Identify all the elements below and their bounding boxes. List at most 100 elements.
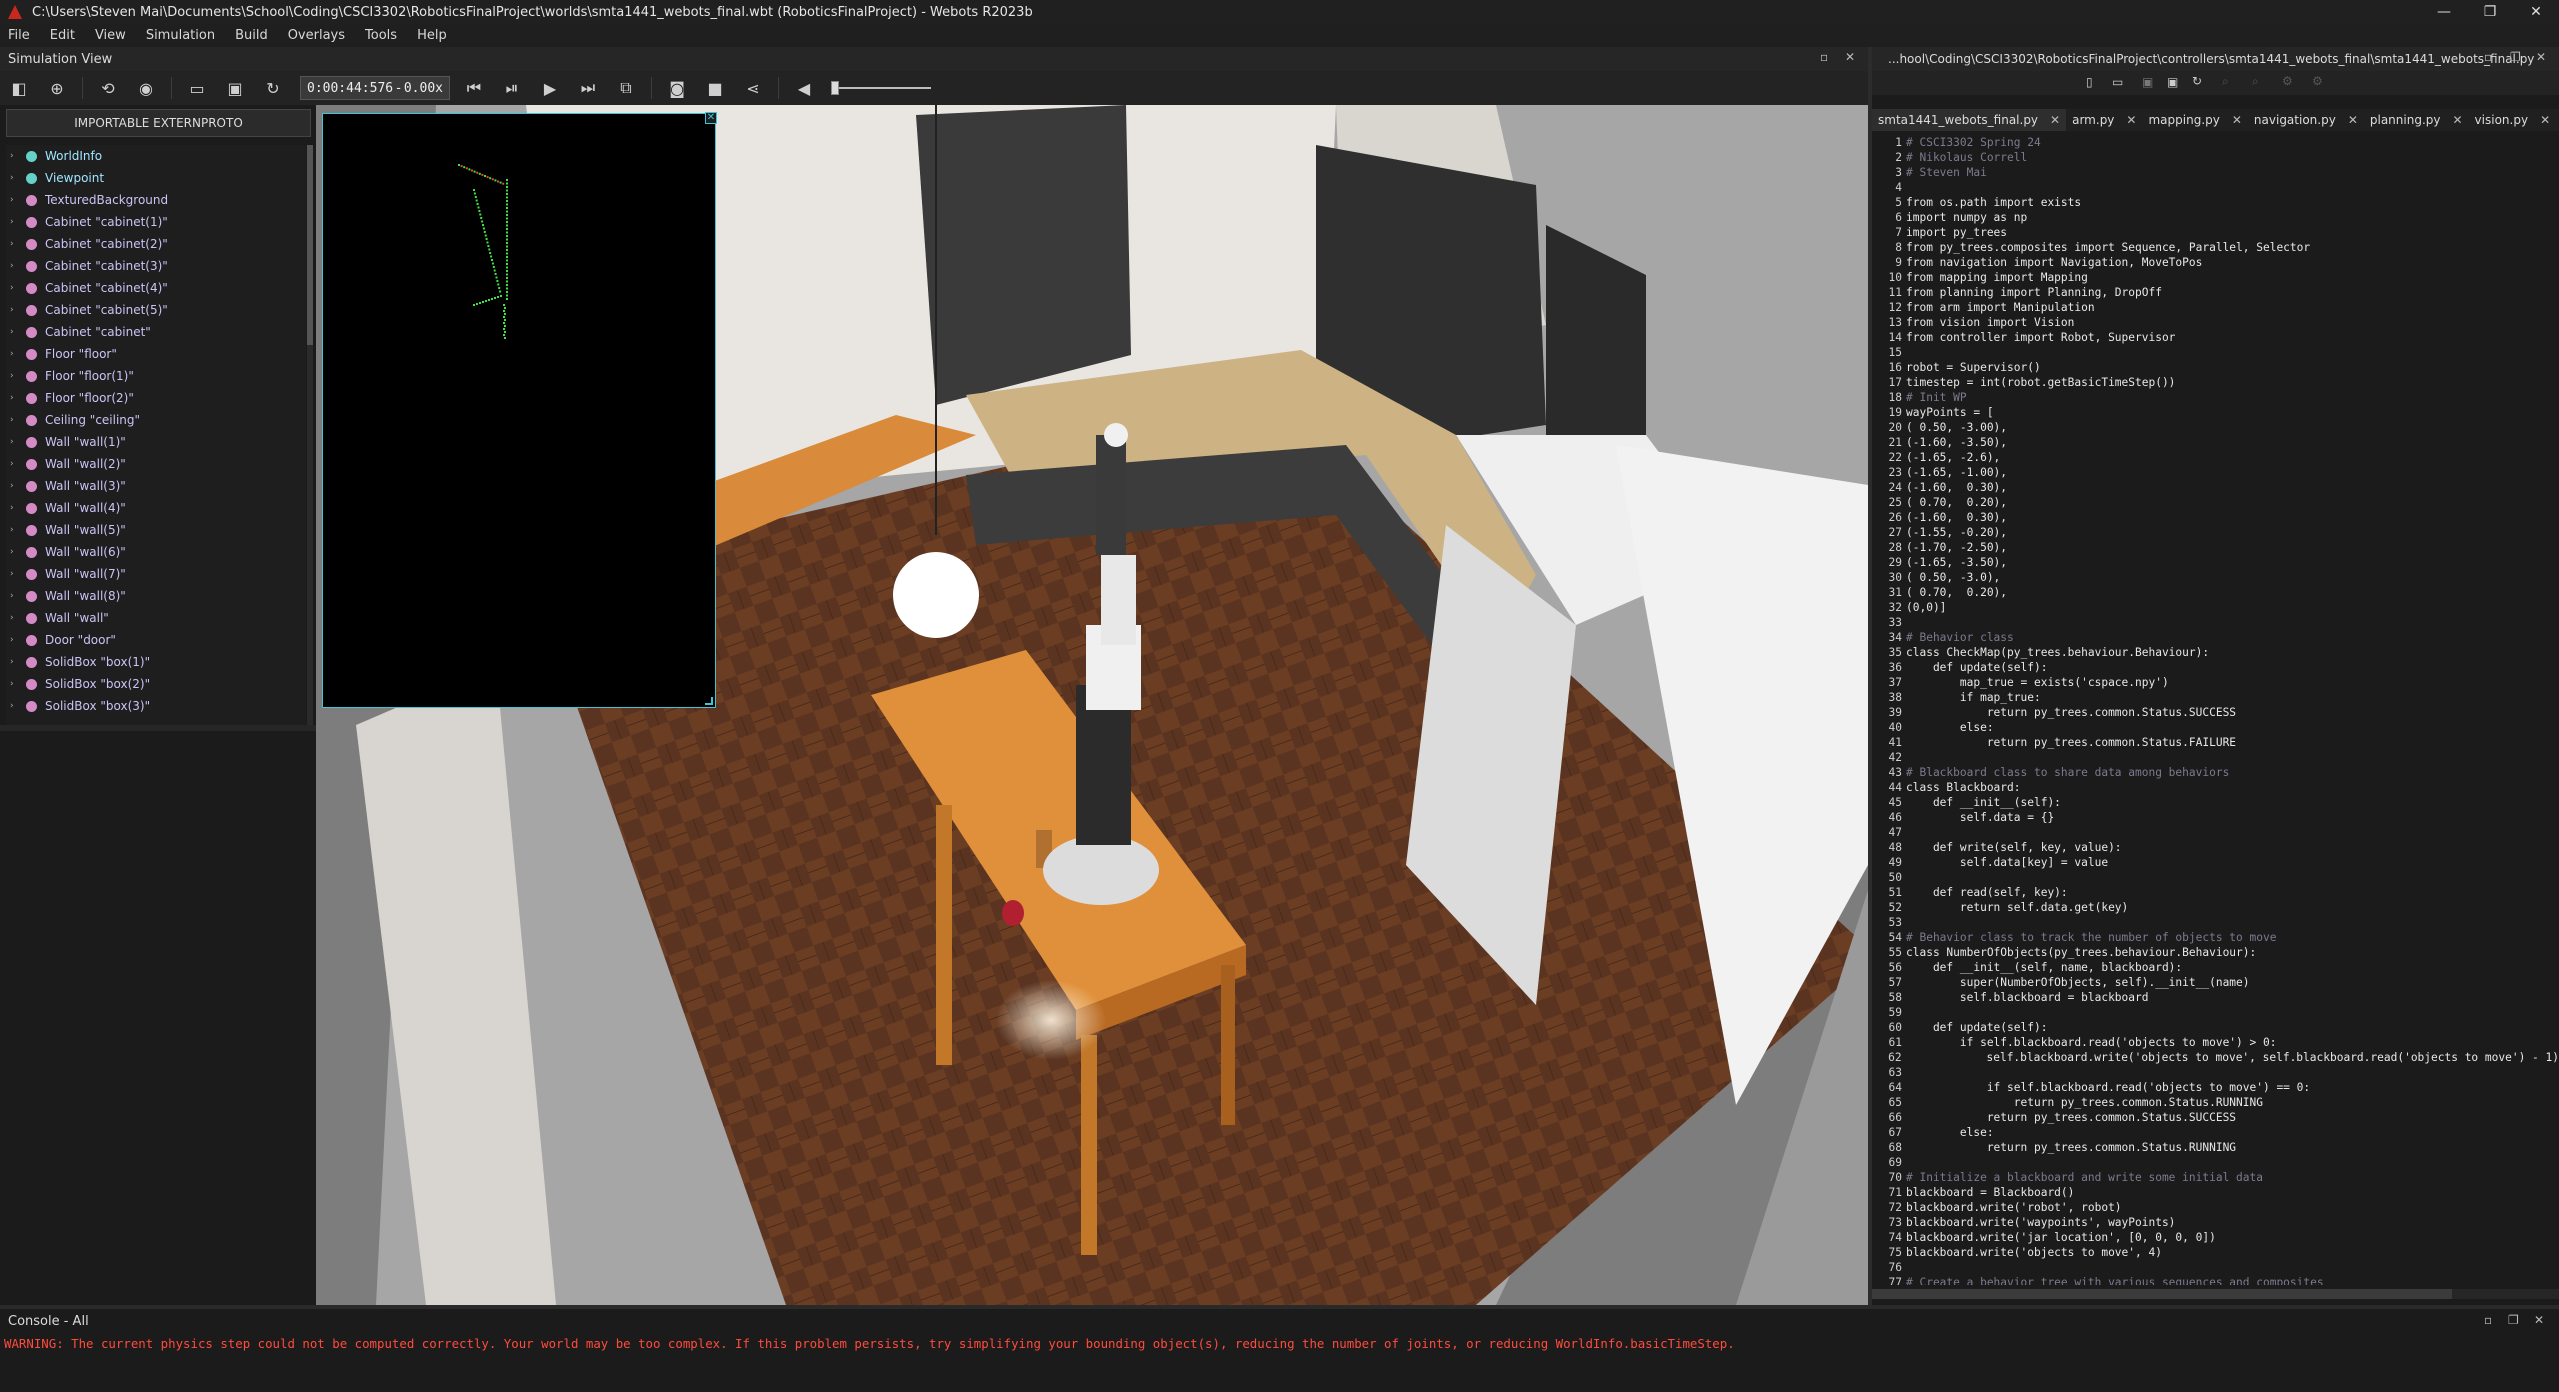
expand-arrow-icon[interactable]: › (10, 613, 20, 623)
scene-tree-item[interactable]: › TexturedBackground (6, 189, 306, 211)
scene-tree-item[interactable]: › Wall "wall(3)" (6, 475, 306, 497)
scene-tree-item[interactable]: › Wall "wall(6)" (6, 541, 306, 563)
expand-arrow-icon[interactable]: › (10, 547, 20, 557)
console-maximize-icon[interactable]: ❐ (2508, 1313, 2519, 1327)
step-back-icon[interactable]: ⏮ (464, 78, 484, 98)
scene-tree-item[interactable]: › Cabinet "cabinet(1)" (6, 211, 306, 233)
scene-tree-item[interactable]: › Cabinet "cabinet(4)" (6, 277, 306, 299)
maximize-button[interactable]: ❐ (2467, 0, 2513, 24)
expand-arrow-icon[interactable]: › (10, 635, 20, 645)
expand-arrow-icon[interactable]: › (10, 657, 20, 667)
toggle-scene-tree-icon[interactable]: ◧ (9, 78, 29, 98)
scene-tree-item[interactable]: › Viewpoint (6, 167, 306, 189)
editor-close-icon[interactable]: ✕ (2536, 50, 2546, 64)
scene-tree-item[interactable]: › Cabinet "cabinet" (6, 321, 306, 343)
expand-arrow-icon[interactable]: › (10, 261, 20, 271)
scene-tree-item[interactable]: › SolidBox "box(2)" (6, 673, 306, 695)
expand-arrow-icon[interactable]: › (10, 503, 20, 513)
replace-icon[interactable]: ⌕ (2252, 74, 2259, 89)
expand-arrow-icon[interactable]: › (10, 415, 20, 425)
menu-build[interactable]: Build (235, 28, 268, 43)
rendering-toggle-icon[interactable]: ⧉ (616, 78, 636, 98)
play-icon[interactable]: ▶ (540, 78, 560, 98)
editor-tab[interactable]: vision.py ✕ (2469, 109, 2557, 131)
expand-arrow-icon[interactable]: › (10, 305, 20, 315)
expand-arrow-icon[interactable]: › (10, 239, 20, 249)
expand-arrow-icon[interactable]: › (10, 459, 20, 469)
expand-arrow-icon[interactable]: › (10, 679, 20, 689)
save-as-icon[interactable]: ▣ (2167, 75, 2178, 89)
close-tab-icon[interactable]: ✕ (2452, 113, 2462, 127)
scene-tree-item[interactable]: › Cabinet "cabinet(5)" (6, 299, 306, 321)
scene-tree-item[interactable]: › Wall "wall(8)" (6, 585, 306, 607)
expand-arrow-icon[interactable]: › (10, 195, 20, 205)
step-icon[interactable]: ⏯ (502, 78, 522, 98)
expand-arrow-icon[interactable]: › (10, 173, 20, 183)
editor-horizontal-scrollbar[interactable] (1872, 1289, 2559, 1299)
map-display-overlay[interactable]: ✕ (322, 112, 717, 708)
resize-handle-icon[interactable] (705, 697, 713, 705)
expand-arrow-icon[interactable]: › (10, 393, 20, 403)
screenshot-camera-icon[interactable]: ◙ (667, 78, 687, 98)
scene-tree-item[interactable]: › Floor "floor(1)" (6, 365, 306, 387)
float-panel-icon[interactable]: ▫ (1820, 50, 1828, 64)
close-window-button[interactable]: ✕ (2513, 0, 2559, 24)
console-close-icon[interactable]: ✕ (2534, 1313, 2544, 1327)
editor-tab[interactable]: planning.py ✕ (2364, 109, 2469, 131)
close-tab-icon[interactable]: ✕ (2540, 113, 2550, 127)
scene-tree-item[interactable]: › Wall "wall(7)" (6, 563, 306, 585)
expand-arrow-icon[interactable]: › (10, 371, 20, 381)
scene-tree-splitter[interactable] (0, 725, 316, 731)
minimize-button[interactable]: — (2421, 0, 2467, 24)
build-icon[interactable]: ⚙ (2282, 74, 2293, 88)
fast-forward-icon[interactable]: ⏭ (578, 78, 598, 98)
menu-view[interactable]: View (95, 28, 126, 43)
menu-help[interactable]: Help (417, 28, 447, 43)
close-tab-icon[interactable]: ✕ (2126, 113, 2136, 127)
scene-tree-item[interactable]: › Floor "floor(2)" (6, 387, 306, 409)
expand-arrow-icon[interactable]: › (10, 569, 20, 579)
visibility-eye-icon[interactable]: ◉ (136, 78, 156, 98)
add-node-icon[interactable]: ⊕ (47, 78, 67, 98)
expand-arrow-icon[interactable]: › (10, 437, 20, 447)
scene-tree-scrollbar[interactable] (307, 145, 313, 725)
volume-slider-thumb[interactable] (831, 81, 839, 95)
menu-simulation[interactable]: Simulation (146, 28, 215, 43)
expand-arrow-icon[interactable]: › (10, 283, 20, 293)
menu-file[interactable]: File (8, 28, 30, 43)
scene-tree-item[interactable]: › WorldInfo (6, 145, 306, 167)
menu-overlays[interactable]: Overlays (288, 28, 345, 43)
close-tab-icon[interactable]: ✕ (2050, 113, 2060, 127)
scene-tree-item[interactable]: › Wall "wall(1)" (6, 431, 306, 453)
expand-arrow-icon[interactable]: › (10, 525, 20, 535)
editor-float-icon[interactable]: ▫ (2484, 50, 2492, 64)
revert-icon[interactable]: ↻ (2192, 74, 2202, 88)
editor-tab[interactable]: smta1441_webots_final.py ✕ (1872, 109, 2067, 131)
volume-slider[interactable] (831, 78, 931, 98)
scene-tree-item[interactable]: › Wall "wall" (6, 607, 306, 629)
menu-edit[interactable]: Edit (50, 28, 75, 43)
close-overlay-icon[interactable]: ✕ (705, 112, 717, 124)
scene-tree-item[interactable]: › Cabinet "cabinet(2)" (6, 233, 306, 255)
scene-tree-item[interactable]: › Wall "wall(5)" (6, 519, 306, 541)
share-icon[interactable]: ⋖ (743, 78, 763, 98)
clean-icon[interactable]: ⚙ (2312, 74, 2323, 88)
record-movie-icon[interactable]: ■ (705, 78, 725, 98)
importable-externproto-button[interactable]: IMPORTABLE EXTERNPROTO (6, 109, 311, 137)
close-tab-icon[interactable]: ✕ (2232, 113, 2242, 127)
editor-tab[interactable]: mapping.py ✕ (2142, 109, 2247, 131)
reset-simulation-icon[interactable]: ↻ (263, 78, 283, 98)
save-world-icon[interactable]: ▣ (225, 78, 245, 98)
expand-arrow-icon[interactable]: › (10, 481, 20, 491)
new-file-icon[interactable]: ▯ (2086, 75, 2093, 89)
scene-tree-item[interactable]: › Ceiling "ceiling" (6, 409, 306, 431)
console-float-icon[interactable]: ▫ (2484, 1313, 2492, 1327)
scene-tree-item[interactable]: › Floor "floor" (6, 343, 306, 365)
volume-mute-icon[interactable]: ◀ (794, 78, 814, 98)
expand-arrow-icon[interactable]: › (10, 151, 20, 161)
reload-world-icon[interactable]: ⟲ (98, 78, 118, 98)
scene-tree-item[interactable]: › Wall "wall(4)" (6, 497, 306, 519)
menu-tools[interactable]: Tools (365, 28, 397, 43)
save-file-icon[interactable]: ▣ (2142, 75, 2153, 89)
editor-maximize-icon[interactable]: ❐ (2510, 50, 2521, 64)
